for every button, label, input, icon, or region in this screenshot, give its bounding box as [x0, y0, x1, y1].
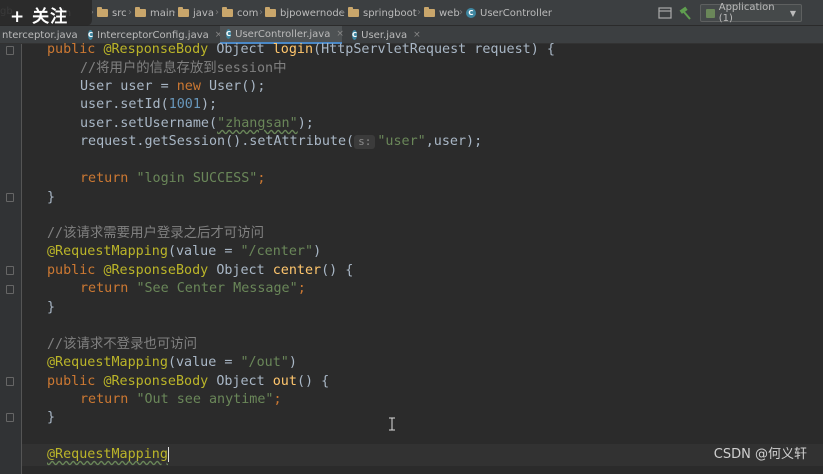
- close-icon[interactable]: ×: [336, 29, 344, 39]
- breadcrumb-separator: ›: [341, 7, 345, 18]
- breadcrumb-separator: ›: [128, 7, 132, 18]
- application-icon: [706, 8, 715, 18]
- class-icon: C: [352, 30, 358, 40]
- editor-gutter: [0, 44, 22, 474]
- code-line: @RequestMapping(value = "/out"): [47, 355, 297, 370]
- folder-icon: [265, 7, 276, 17]
- build-hammer-icon[interactable]: [678, 6, 692, 20]
- code-line: user.setUsername("zhangsan");: [80, 116, 314, 131]
- parameter-hint: s:: [354, 135, 376, 149]
- fold-marker[interactable]: [6, 413, 14, 422]
- code-line: public @ResponseBody Object login(HttpSe…: [47, 42, 555, 57]
- breadcrumb-item-java[interactable]: java: [178, 0, 214, 26]
- chevron-down-icon: ▼: [789, 8, 796, 18]
- breadcrumb-separator: ›: [172, 7, 176, 18]
- class-icon: C: [226, 29, 232, 39]
- code-line: return "Out see anytime";: [80, 392, 282, 407]
- code-line: public @ResponseBody Object center() {: [47, 263, 354, 278]
- code-editor[interactable]: public @ResponseBody Object login(HttpSe…: [0, 42, 823, 474]
- close-icon[interactable]: ×: [413, 30, 421, 40]
- structure-icon[interactable]: [658, 6, 672, 20]
- csdn-watermark: CSDN @何义轩: [713, 447, 807, 462]
- code-line: }: [47, 300, 56, 315]
- folder-icon: [348, 7, 359, 17]
- breadcrumb-item-src[interactable]: src: [97, 0, 127, 26]
- i-beam-cursor-icon: [389, 417, 395, 431]
- code-line: public @ResponseBody Object out() {: [47, 374, 330, 389]
- run-configuration-select[interactable]: Application (1) ▼: [700, 2, 802, 24]
- breadcrumb-item-usercontroller[interactable]: C UserController: [466, 0, 552, 26]
- fold-marker[interactable]: [6, 377, 14, 386]
- folder-icon: [135, 7, 146, 17]
- fold-marker[interactable]: [6, 193, 14, 202]
- breadcrumb-separator: ›: [459, 7, 463, 18]
- run-configuration-label: Application (1): [718, 2, 775, 24]
- fold-marker[interactable]: [6, 46, 14, 55]
- breadcrumb-separator: ›: [259, 7, 263, 18]
- breadcrumb-item-web[interactable]: web: [424, 0, 460, 26]
- code-line: }: [47, 190, 56, 205]
- code-line: User user = new User();: [80, 79, 266, 94]
- code-line: }: [47, 410, 56, 425]
- folder-icon: [178, 7, 189, 17]
- code-line-current: @RequestMapping: [47, 446, 169, 462]
- fold-marker[interactable]: [6, 266, 14, 275]
- breadcrumb-separator: ›: [417, 7, 421, 18]
- folder-icon: [97, 7, 108, 17]
- breadcrumb-separator: ›: [215, 7, 219, 18]
- follow-label: + 关注: [10, 7, 69, 27]
- folder-icon: [424, 7, 435, 17]
- breadcrumb-item-com[interactable]: com: [222, 0, 258, 26]
- fold-marker[interactable]: [6, 285, 14, 294]
- folder-icon: [222, 7, 233, 17]
- breadcrumb-item-bjpowernode[interactable]: bjpowernode: [265, 0, 345, 26]
- breadcrumb-item-main[interactable]: main: [135, 0, 175, 26]
- code-line: return "See Center Message";: [80, 281, 306, 296]
- follow-button[interactable]: + 关注: [0, 0, 92, 27]
- class-icon: C: [88, 30, 94, 40]
- navigation-bar: gb in › src › main › java › com › bjpowe…: [0, 0, 823, 26]
- code-line: request.getSession().setAttribute(s: "use…: [80, 134, 483, 149]
- code-line: //该请求需要用户登录之后才可访问: [47, 226, 264, 241]
- class-icon: C: [466, 8, 476, 18]
- breadcrumb-item-springboot[interactable]: springboot: [348, 0, 417, 26]
- code-line: user.setId(1001);: [80, 97, 218, 112]
- code-line: @RequestMapping(value = "/center"): [47, 244, 322, 259]
- code-line: //将用户的信息存放到session中: [80, 61, 287, 76]
- code-line: //该请求不登录也可访问: [47, 337, 198, 352]
- text-caret: [167, 446, 169, 462]
- code-line: return "login SUCCESS";: [80, 171, 266, 186]
